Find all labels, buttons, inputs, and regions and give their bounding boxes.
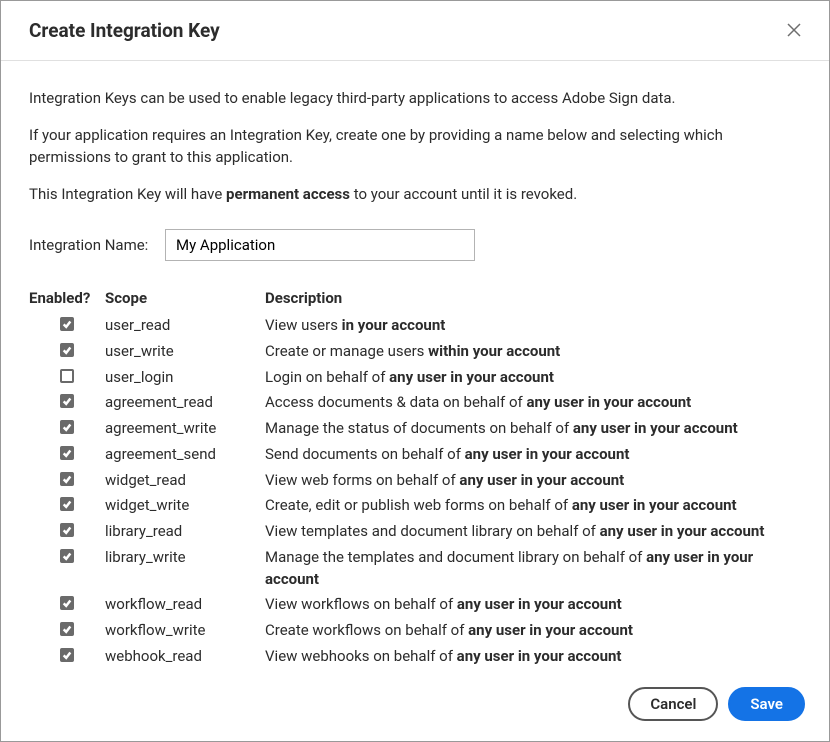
- intro-text: Integration Keys can be used to enable l…: [29, 87, 801, 205]
- cancel-button[interactable]: Cancel: [628, 687, 718, 721]
- save-button[interactable]: Save: [728, 687, 805, 721]
- permission-enabled-cell: [29, 341, 105, 357]
- permissions-rows: user_readView users in your accountuser_…: [29, 313, 801, 671]
- check-icon: [62, 525, 72, 535]
- permission-checkbox[interactable]: [60, 596, 74, 610]
- integration-name-input[interactable]: [165, 229, 475, 261]
- permission-enabled-cell: [29, 495, 105, 511]
- check-icon: [62, 422, 72, 432]
- permission-description: View web forms on behalf of any user in …: [265, 470, 801, 492]
- permission-checkbox[interactable]: [60, 317, 74, 331]
- create-integration-key-dialog: Create Integration Key Integration Keys …: [0, 0, 830, 742]
- permission-scope: agreement_read: [105, 392, 265, 414]
- permission-enabled-cell: [29, 620, 105, 636]
- permission-enabled-cell: [29, 547, 105, 563]
- dialog-body: Integration Keys can be used to enable l…: [1, 61, 829, 671]
- permission-scope: agreement_write: [105, 418, 265, 440]
- permission-scope: user_login: [105, 367, 265, 389]
- intro-p1: Integration Keys can be used to enable l…: [29, 87, 801, 110]
- permission-description: View users in your account: [265, 315, 801, 337]
- permission-scope: workflow_read: [105, 594, 265, 616]
- permission-scope: library_read: [105, 521, 265, 543]
- check-icon: [62, 448, 72, 458]
- permission-enabled-cell: [29, 521, 105, 537]
- dialog-title: Create Integration Key: [29, 19, 220, 42]
- intro-p3: This Integration Key will have permanent…: [29, 183, 801, 206]
- permission-row: library_writeManage the templates and do…: [29, 545, 801, 593]
- permission-checkbox[interactable]: [60, 497, 74, 511]
- permission-enabled-cell: [29, 646, 105, 662]
- permission-checkbox[interactable]: [60, 648, 74, 662]
- permission-row: workflow_readView workflows on behalf of…: [29, 592, 801, 618]
- close-icon: [787, 23, 801, 37]
- permission-row: widget_writeCreate, edit or publish web …: [29, 493, 801, 519]
- check-icon: [62, 551, 72, 561]
- permission-description: Create, edit or publish web forms on beh…: [265, 495, 801, 517]
- check-icon: [62, 319, 72, 329]
- permission-checkbox[interactable]: [60, 394, 74, 408]
- permission-checkbox[interactable]: [60, 446, 74, 460]
- permission-row: webhook_readView webhooks on behalf of a…: [29, 644, 801, 670]
- permissions-table: Enabled? Scope Description user_readView…: [29, 289, 801, 671]
- permission-checkbox[interactable]: [60, 472, 74, 486]
- permission-description: Create or manage users within your accou…: [265, 341, 801, 363]
- permission-description: Send documents on behalf of any user in …: [265, 444, 801, 466]
- permission-row: user_readView users in your account: [29, 313, 801, 339]
- permission-checkbox[interactable]: [60, 523, 74, 537]
- permission-scope: user_read: [105, 315, 265, 337]
- permission-scope: agreement_send: [105, 444, 265, 466]
- permission-checkbox[interactable]: [60, 369, 74, 383]
- permission-description: Login on behalf of any user in your acco…: [265, 367, 801, 389]
- header-enabled: Enabled?: [29, 289, 105, 307]
- permission-description: Manage the templates and document librar…: [265, 547, 801, 591]
- permission-description: View templates and document library on b…: [265, 521, 801, 543]
- permission-row: agreement_writeManage the status of docu…: [29, 416, 801, 442]
- dialog-header: Create Integration Key: [1, 1, 829, 61]
- check-icon: [62, 598, 72, 608]
- permission-enabled-cell: [29, 470, 105, 486]
- integration-name-row: Integration Name:: [29, 229, 801, 261]
- check-icon: [62, 650, 72, 660]
- close-button[interactable]: [783, 19, 805, 44]
- permission-checkbox[interactable]: [60, 549, 74, 563]
- permission-scope: widget_read: [105, 470, 265, 492]
- permission-row: widget_readView web forms on behalf of a…: [29, 468, 801, 494]
- check-icon: [62, 396, 72, 406]
- permissions-header-row: Enabled? Scope Description: [29, 289, 801, 307]
- permission-row: user_loginLogin on behalf of any user in…: [29, 365, 801, 391]
- check-icon: [62, 474, 72, 484]
- permission-description: Manage the status of documents on behalf…: [265, 418, 801, 440]
- permission-description: Access documents & data on behalf of any…: [265, 392, 801, 414]
- permission-row: library_readView templates and document …: [29, 519, 801, 545]
- permission-enabled-cell: [29, 418, 105, 434]
- permission-enabled-cell: [29, 367, 105, 383]
- check-icon: [62, 499, 72, 509]
- intro-p2: If your application requires an Integrat…: [29, 124, 801, 169]
- permission-enabled-cell: [29, 594, 105, 610]
- permission-checkbox[interactable]: [60, 343, 74, 357]
- permission-scope: user_write: [105, 341, 265, 363]
- permission-description: View webhooks on behalf of any user in y…: [265, 646, 801, 668]
- permission-enabled-cell: [29, 444, 105, 460]
- permission-scope: workflow_write: [105, 620, 265, 642]
- permission-row: agreement_sendSend documents on behalf o…: [29, 442, 801, 468]
- permission-description: Create workflows on behalf of any user i…: [265, 620, 801, 642]
- permission-enabled-cell: [29, 315, 105, 331]
- permission-scope: webhook_read: [105, 646, 265, 668]
- dialog-footer: Cancel Save: [1, 671, 829, 741]
- permission-row: user_writeCreate or manage users within …: [29, 339, 801, 365]
- header-scope: Scope: [105, 289, 265, 307]
- permission-scope: library_write: [105, 547, 265, 569]
- integration-name-label: Integration Name:: [29, 236, 165, 254]
- permission-checkbox[interactable]: [60, 420, 74, 434]
- permission-row: workflow_writeCreate workflows on behalf…: [29, 618, 801, 644]
- permission-description: View workflows on behalf of any user in …: [265, 594, 801, 616]
- permission-checkbox[interactable]: [60, 622, 74, 636]
- permission-row: agreement_readAccess documents & data on…: [29, 390, 801, 416]
- check-icon: [62, 624, 72, 634]
- permission-enabled-cell: [29, 392, 105, 408]
- header-description: Description: [265, 289, 801, 307]
- check-icon: [62, 345, 72, 355]
- permission-scope: widget_write: [105, 495, 265, 517]
